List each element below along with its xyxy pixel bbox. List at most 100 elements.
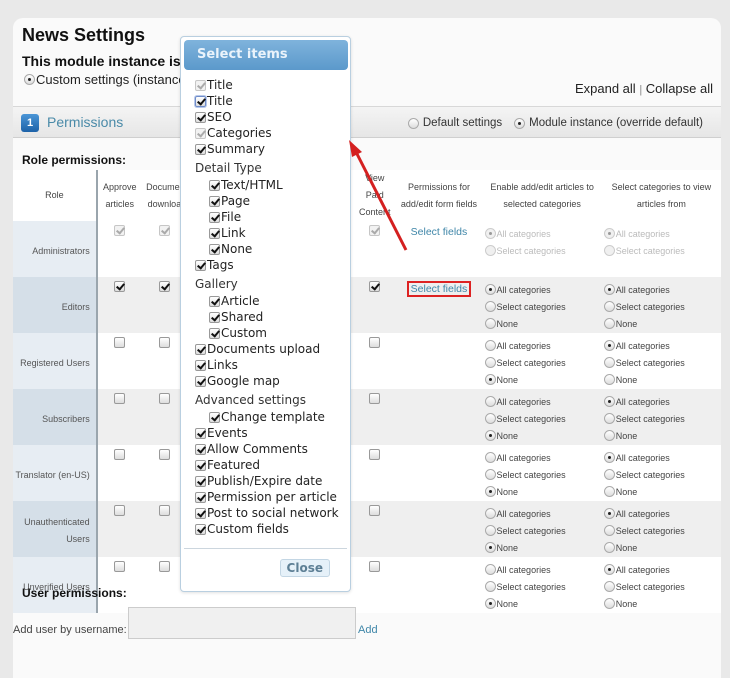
approve-articles-checkbox[interactable]	[114, 561, 126, 573]
view-categories-option-all[interactable]: All categories	[603, 225, 719, 242]
view-categories-option-none[interactable]: None	[603, 315, 719, 332]
approve-articles-checkbox[interactable]	[114, 505, 126, 517]
view-paid-content-checkbox[interactable]	[369, 505, 381, 517]
enable-categories-option-all[interactable]: All categories	[484, 337, 600, 354]
enable-categories-option-none[interactable]: None	[484, 539, 600, 556]
view-categories-radio-none[interactable]	[603, 598, 615, 609]
collapse-all-link[interactable]: Collapse all	[646, 81, 713, 96]
item-checkbox[interactable]	[195, 259, 206, 271]
item-checkbox[interactable]	[209, 327, 220, 339]
view-categories-option-none[interactable]: None	[603, 427, 719, 444]
enable-categories-option-all[interactable]: All categories	[484, 281, 600, 298]
item-checkbox[interactable]	[195, 427, 206, 439]
view-categories-option-all[interactable]: All categories	[603, 393, 719, 410]
document-download-checkbox[interactable]	[158, 561, 170, 573]
item-checkbox[interactable]	[195, 359, 206, 371]
enable-categories-radio-all[interactable]	[484, 452, 496, 463]
view-categories-radio-none[interactable]	[603, 542, 615, 553]
enable-categories-option-all[interactable]: All categories	[484, 393, 600, 410]
view-categories-radio-select[interactable]	[603, 413, 615, 424]
enable-categories-radio-none[interactable]	[484, 486, 496, 497]
document-download-checkbox[interactable]	[158, 281, 170, 293]
enable-categories-radio-none[interactable]	[484, 318, 496, 329]
enable-categories-radio-select[interactable]	[484, 413, 496, 424]
document-download-checkbox[interactable]	[158, 393, 170, 405]
enable-categories-radio-all[interactable]	[484, 228, 496, 239]
view-categories-option-select[interactable]: Select categories	[603, 354, 719, 371]
scope-module-instance[interactable]: Module instance (override default)	[514, 117, 703, 129]
enable-categories-radio-select[interactable]	[484, 245, 496, 256]
item-checkbox[interactable]	[195, 143, 206, 155]
view-categories-option-none[interactable]: None	[603, 539, 719, 556]
enable-categories-radio-none[interactable]	[484, 374, 496, 385]
enable-categories-option-select[interactable]: Select categories	[484, 466, 600, 483]
scope-default-radio[interactable]	[407, 117, 419, 129]
view-paid-content-checkbox[interactable]	[369, 393, 381, 405]
enable-categories-option-all[interactable]: All categories	[484, 561, 600, 578]
view-categories-option-all[interactable]: All categories	[603, 449, 719, 466]
enable-categories-radio-none[interactable]	[484, 430, 496, 441]
enable-categories-option-select[interactable]: Select categories	[484, 578, 600, 595]
view-categories-radio-all[interactable]	[603, 340, 615, 351]
view-paid-content-checkbox[interactable]	[369, 449, 381, 461]
item-checkbox[interactable]	[195, 95, 206, 107]
enable-categories-option-none[interactable]: None	[484, 427, 600, 444]
view-categories-option-none[interactable]: None	[603, 595, 719, 612]
custom-settings-radio[interactable]	[24, 74, 35, 85]
enable-categories-radio-all[interactable]	[484, 284, 496, 295]
item-checkbox[interactable]	[209, 195, 220, 207]
view-categories-radio-all[interactable]	[603, 508, 615, 519]
enable-categories-radio-all[interactable]	[484, 508, 496, 519]
enable-categories-radio-none[interactable]	[484, 542, 496, 553]
select-item[interactable]: Title	[195, 93, 339, 109]
approve-articles-checkbox[interactable]	[114, 281, 126, 293]
scope-default-settings[interactable]: Default settings	[407, 117, 502, 129]
select-fields-link[interactable]: Select fields	[408, 225, 471, 239]
view-paid-content-checkbox[interactable]	[369, 561, 381, 573]
select-item[interactable]: Featured	[195, 457, 339, 473]
enable-categories-radio-all[interactable]	[484, 564, 496, 575]
permissions-section-header[interactable]: 1 Permissions Default settings Module in…	[13, 106, 721, 138]
view-categories-radio-none[interactable]	[603, 374, 615, 385]
view-categories-option-all[interactable]: All categories	[603, 337, 719, 354]
section-title[interactable]: Permissions	[47, 114, 123, 130]
view-categories-option-all[interactable]: All categories	[603, 281, 719, 298]
view-categories-option-select[interactable]: Select categories	[603, 242, 719, 259]
view-categories-radio-select[interactable]	[603, 525, 615, 536]
item-checkbox[interactable]	[209, 411, 220, 423]
view-categories-radio-all[interactable]	[603, 284, 615, 295]
approve-articles-checkbox[interactable]	[114, 393, 126, 405]
custom-settings-option[interactable]: Custom settings (instance	[24, 72, 186, 87]
view-paid-content-checkbox[interactable]	[369, 337, 381, 349]
view-categories-option-select[interactable]: Select categories	[603, 298, 719, 315]
view-categories-option-select[interactable]: Select categories	[603, 466, 719, 483]
select-item[interactable]: Custom	[195, 325, 339, 341]
item-checkbox[interactable]	[209, 179, 220, 191]
enable-categories-option-select[interactable]: Select categories	[484, 354, 600, 371]
view-categories-option-select[interactable]: Select categories	[603, 578, 719, 595]
select-item[interactable]: Link	[195, 225, 339, 241]
enable-categories-radio-all[interactable]	[484, 340, 496, 351]
item-checkbox[interactable]	[195, 523, 206, 535]
select-item[interactable]: Change template	[195, 409, 339, 425]
approve-articles-checkbox[interactable]	[114, 225, 126, 237]
enable-categories-radio-none[interactable]	[484, 598, 496, 609]
approve-articles-checkbox[interactable]	[114, 337, 126, 349]
item-checkbox[interactable]	[195, 507, 206, 519]
view-categories-option-all[interactable]: All categories	[603, 561, 719, 578]
item-checkbox[interactable]	[195, 79, 206, 91]
select-item[interactable]: Publish/Expire date	[195, 473, 339, 489]
select-item[interactable]: Categories	[195, 125, 339, 141]
enable-categories-option-select[interactable]: Select categories	[484, 298, 600, 315]
scope-module-instance-radio[interactable]	[514, 117, 526, 129]
select-item[interactable]: Events	[195, 425, 339, 441]
enable-categories-radio-select[interactable]	[484, 301, 496, 312]
enable-categories-option-none[interactable]: None	[484, 315, 600, 332]
select-item[interactable]: None	[195, 241, 339, 257]
add-user-link[interactable]: Add	[358, 624, 378, 636]
item-checkbox[interactable]	[195, 459, 206, 471]
enable-categories-option-select[interactable]: Select categories	[484, 410, 600, 427]
view-categories-radio-all[interactable]	[603, 396, 615, 407]
view-categories-radio-all[interactable]	[603, 452, 615, 463]
select-item[interactable]: Permission per article	[195, 489, 339, 505]
